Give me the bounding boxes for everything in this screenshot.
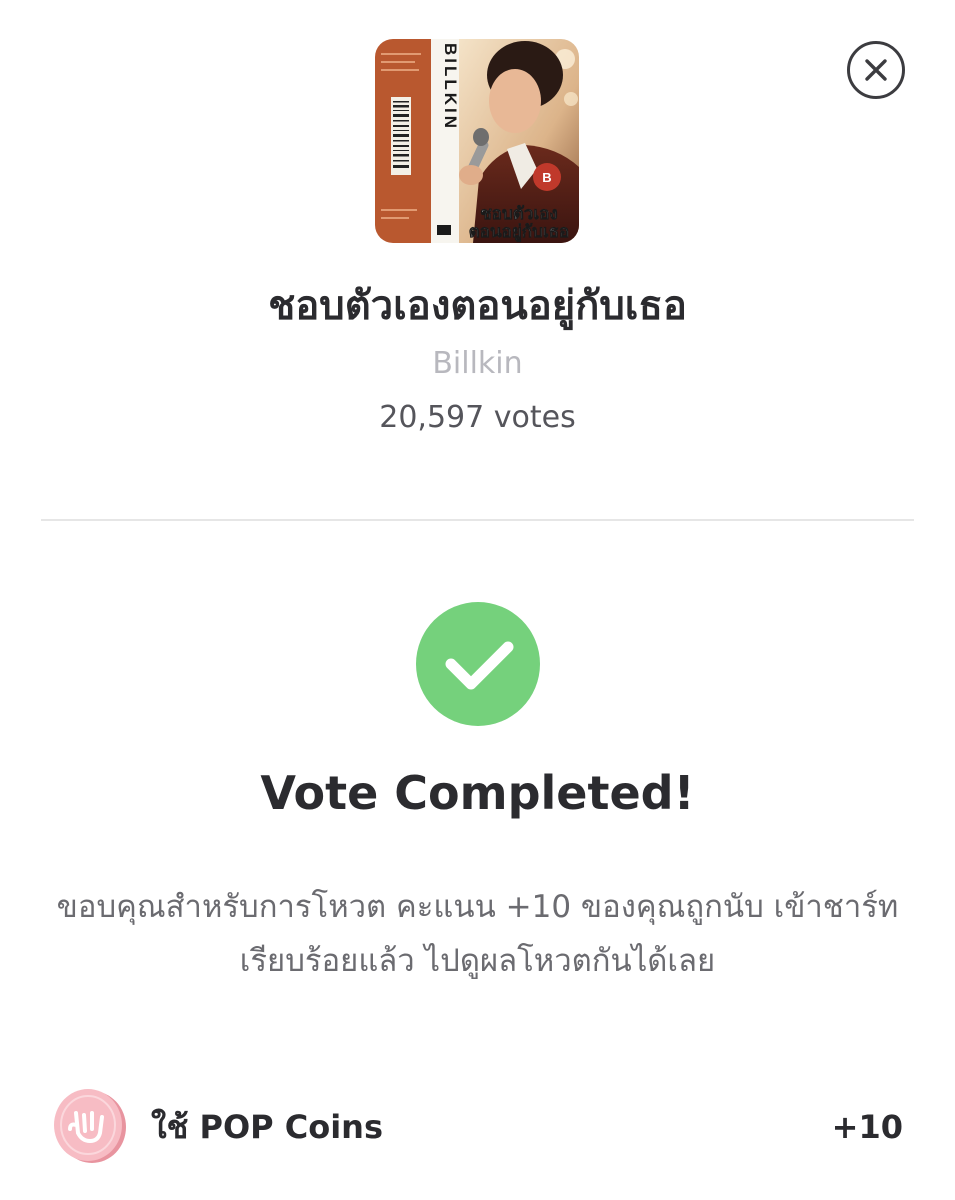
- vote-count-number: 20,597: [379, 400, 485, 435]
- divider: [41, 519, 914, 521]
- album-cover: BILLKIN B ชอบตัวเอง ตอนอยู่กับเธอ: [375, 39, 579, 243]
- pop-coins-label: ใช้ POP Coins: [151, 1108, 383, 1146]
- vote-count-label: votes: [493, 400, 576, 435]
- pop-coins-value: +10: [831, 1108, 903, 1146]
- result-message-line-1: ขอบคุณสำหรับการโหวต คะแนน +10 ของคุณถูกน…: [56, 889, 899, 925]
- result-message-line-2: เรียบร้อยแล้ว ไปดูผลโหวตกันได้เลย: [239, 943, 716, 979]
- checkmark-circle-icon: [416, 602, 540, 726]
- result-message: ขอบคุณสำหรับการโหวต คะแนน +10 ของคุณถูกน…: [40, 880, 915, 988]
- pop-coin-icon: [52, 1087, 128, 1165]
- vote-count: 20,597 votes: [0, 398, 955, 438]
- close-circle-icon: [847, 41, 905, 99]
- result-heading: Vote Completed!: [260, 766, 695, 820]
- svg-text:BILLKIN: BILLKIN: [441, 43, 460, 131]
- song-title: ชอบตัวเองตอนอยู่กับเธอ: [268, 283, 687, 329]
- close-button[interactable]: [846, 40, 906, 100]
- svg-text:B: B: [542, 170, 551, 185]
- svg-text:ชอบตัวเอง: ชอบตัวเอง: [480, 204, 557, 224]
- svg-text:ตอนอยู่กับเธอ: ตอนอยู่กับเธอ: [469, 222, 570, 243]
- artist-name: Billkin: [432, 346, 523, 381]
